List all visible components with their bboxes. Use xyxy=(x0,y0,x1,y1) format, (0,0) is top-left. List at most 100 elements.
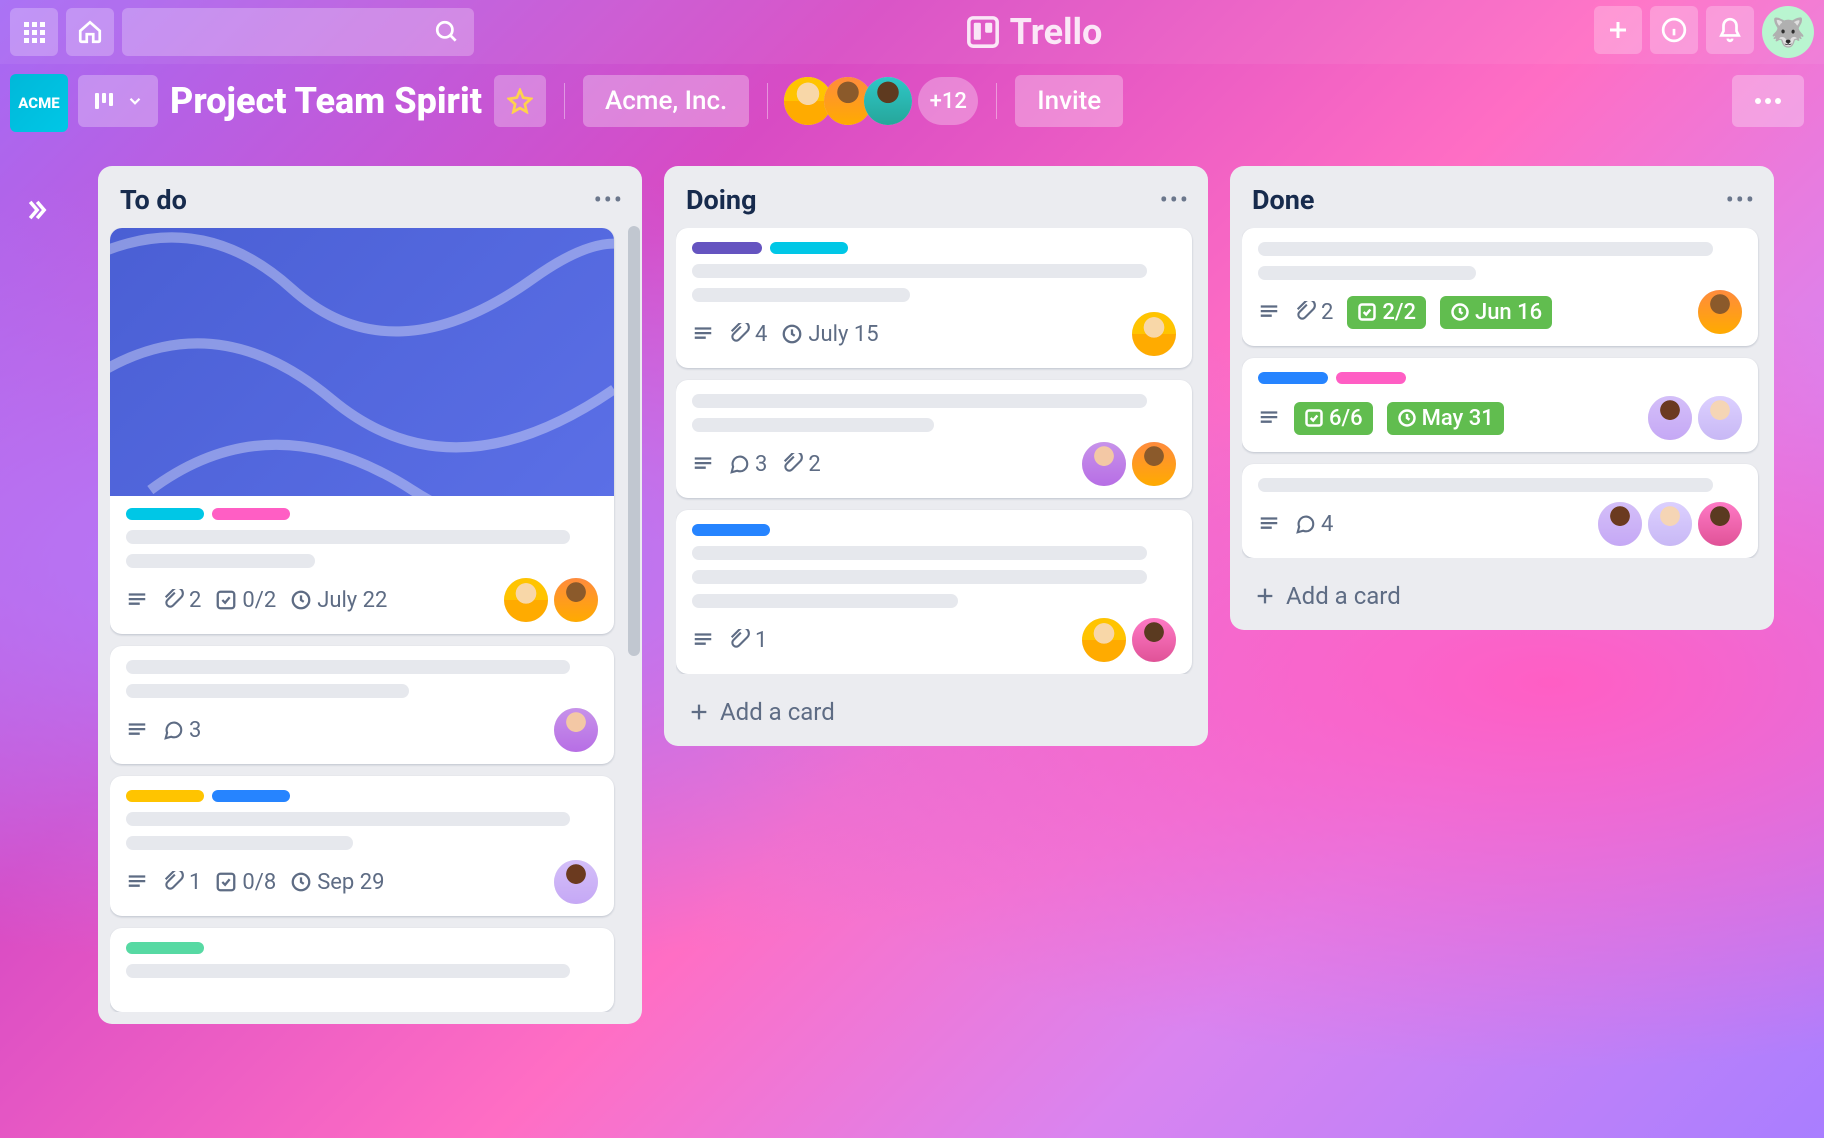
divider xyxy=(767,83,768,119)
checklist-badge: 0/2 xyxy=(215,588,276,613)
placeholder-text xyxy=(692,546,1147,560)
placeholder-text xyxy=(692,394,1147,408)
card[interactable]: 3 xyxy=(110,646,614,764)
member-avatar xyxy=(1082,442,1126,486)
list-menu-icon[interactable]: ••• xyxy=(594,186,624,214)
placeholder-text xyxy=(126,660,570,674)
card-label xyxy=(1336,372,1406,384)
description-icon xyxy=(1258,407,1280,429)
description-icon xyxy=(1258,513,1280,535)
attachments-badge: 4 xyxy=(728,322,767,347)
invite-button[interactable]: Invite xyxy=(1015,75,1123,127)
create-icon[interactable] xyxy=(1594,6,1642,54)
card-cover xyxy=(110,228,614,496)
member-avatar xyxy=(554,708,598,752)
apps-icon[interactable] xyxy=(10,8,58,56)
user-avatar[interactable]: 🐺 xyxy=(1762,6,1814,58)
org-name-button[interactable]: Acme, Inc. xyxy=(583,75,749,127)
placeholder-text xyxy=(1258,242,1713,256)
checklist-badge: 0/8 xyxy=(215,870,276,895)
card[interactable]: 3 2 xyxy=(676,380,1192,498)
member-overflow[interactable]: +12 xyxy=(918,77,978,125)
list-todo: To do ••• 2 0/2 July 22 xyxy=(98,166,642,1024)
placeholder-text xyxy=(126,812,570,826)
member-avatar xyxy=(1132,442,1176,486)
member-avatar xyxy=(1132,312,1176,356)
member-avatar xyxy=(504,578,548,622)
attachments-badge: 1 xyxy=(162,870,201,895)
card-label xyxy=(126,790,204,802)
description-icon xyxy=(1258,301,1280,323)
placeholder-text xyxy=(692,418,934,432)
description-icon xyxy=(692,323,714,345)
card-label xyxy=(212,508,290,520)
member-avatar[interactable] xyxy=(864,77,912,125)
description-icon xyxy=(692,629,714,651)
description-icon xyxy=(126,871,148,893)
workspace-badge[interactable]: ACME xyxy=(10,74,68,132)
attachments-badge: 2 xyxy=(1294,300,1333,325)
attachments-badge: 2 xyxy=(781,452,820,477)
member-avatar xyxy=(1698,502,1742,546)
sidebar-expand-icon[interactable] xyxy=(22,196,50,224)
placeholder-text xyxy=(126,836,353,850)
card[interactable]: 2 0/2 July 22 xyxy=(110,228,614,634)
member-avatar xyxy=(1648,396,1692,440)
notifications-icon[interactable] xyxy=(1706,6,1754,54)
home-icon[interactable] xyxy=(66,8,114,56)
due-date-badge: Sep 29 xyxy=(290,870,384,895)
member-avatar xyxy=(1132,618,1176,662)
member-avatar xyxy=(1598,502,1642,546)
card[interactable]: 1 0/8 Sep 29 xyxy=(110,776,614,916)
add-card-button[interactable]: Add a card xyxy=(1242,568,1766,618)
list-done: Done ••• 2 2/2 Jun 16 xyxy=(1230,166,1774,630)
card[interactable]: 4 xyxy=(1242,464,1758,558)
comments-badge: 3 xyxy=(162,718,201,743)
card[interactable]: 2 2/2 Jun 16 xyxy=(1242,228,1758,346)
placeholder-text xyxy=(692,570,1147,584)
card[interactable]: 1 xyxy=(676,510,1192,674)
due-date-badge: July 22 xyxy=(290,588,387,613)
board-menu-icon[interactable] xyxy=(1732,75,1804,127)
placeholder-text xyxy=(126,530,570,544)
placeholder-text xyxy=(1258,478,1713,492)
description-icon xyxy=(126,719,148,741)
list-doing: Doing ••• 4 July 15 xyxy=(664,166,1208,746)
info-icon[interactable] xyxy=(1650,6,1698,54)
list-menu-icon[interactable]: ••• xyxy=(1160,186,1190,214)
placeholder-text xyxy=(126,554,315,568)
list-menu-icon[interactable]: ••• xyxy=(1726,186,1756,214)
placeholder-text xyxy=(692,264,1147,278)
card-label xyxy=(692,242,762,254)
board-title[interactable]: Project Team Spirit xyxy=(170,80,482,122)
board-members[interactable]: +12 xyxy=(792,77,978,125)
list-title[interactable]: Doing xyxy=(686,184,757,216)
brand-logo: Trello xyxy=(482,11,1586,53)
star-icon[interactable] xyxy=(494,75,546,127)
due-date-badge: Jun 16 xyxy=(1440,296,1552,329)
card-label xyxy=(126,942,204,954)
board-canvas: To do ••• 2 0/2 July 22 xyxy=(78,152,1824,1138)
scrollbar[interactable] xyxy=(628,226,640,656)
placeholder-text xyxy=(692,594,958,608)
attachments-badge: 2 xyxy=(162,588,201,613)
list-title[interactable]: To do xyxy=(120,184,187,216)
card-label xyxy=(692,524,770,536)
add-card-button[interactable]: Add a card xyxy=(676,684,1200,734)
due-date-badge: July 15 xyxy=(781,322,878,347)
placeholder-text xyxy=(126,964,570,978)
comments-badge: 4 xyxy=(1294,512,1333,537)
member-avatar xyxy=(1648,502,1692,546)
divider xyxy=(996,83,997,119)
card[interactable]: 4 July 15 xyxy=(676,228,1192,368)
card[interactable]: 6/6 May 31 xyxy=(1242,358,1758,452)
description-icon xyxy=(126,589,148,611)
board-view-switcher[interactable] xyxy=(78,75,158,127)
card-label xyxy=(770,242,848,254)
card-label xyxy=(126,508,204,520)
card[interactable] xyxy=(110,928,614,1012)
list-title[interactable]: Done xyxy=(1252,184,1315,216)
member-avatar xyxy=(554,578,598,622)
description-icon xyxy=(692,453,714,475)
search-input[interactable] xyxy=(122,8,474,56)
